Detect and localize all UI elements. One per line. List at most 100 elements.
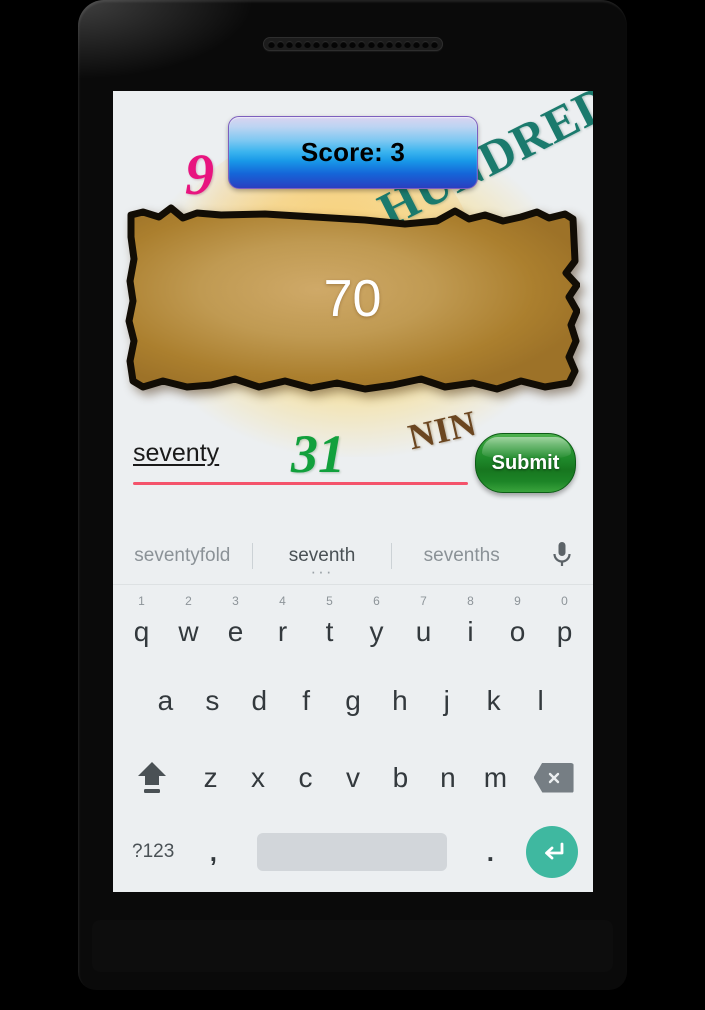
key-e[interactable]: 3 e bbox=[212, 585, 259, 662]
period-key[interactable]: . bbox=[465, 816, 515, 888]
key-h[interactable]: h bbox=[376, 662, 423, 739]
answer-input[interactable]: seventy bbox=[133, 439, 468, 487]
key-i[interactable]: 8 i bbox=[447, 585, 494, 662]
backspace-icon bbox=[533, 762, 574, 793]
key-label: c bbox=[298, 761, 313, 793]
spacebar-surface bbox=[256, 833, 448, 871]
key-digit: 1 bbox=[138, 594, 145, 608]
space-key[interactable] bbox=[238, 816, 465, 888]
key-label: k bbox=[486, 684, 501, 716]
key-label: w bbox=[178, 615, 199, 647]
backspace-key[interactable] bbox=[519, 739, 588, 816]
keyboard-row-1: 1 q 2 w 3 e 4 r 5 t 6 y 7 u 8 i 9 o 0 p bbox=[113, 585, 593, 662]
key-r[interactable]: 4 r bbox=[259, 585, 306, 662]
key-digit: 4 bbox=[279, 594, 286, 608]
key-b[interactable]: b bbox=[377, 739, 424, 816]
grille-hole bbox=[412, 40, 420, 48]
grille-hole bbox=[394, 40, 402, 48]
comma-label: , bbox=[209, 836, 217, 867]
key-u[interactable]: 7 u bbox=[400, 585, 447, 662]
grille-hole bbox=[322, 40, 330, 48]
key-label: v bbox=[345, 761, 360, 793]
frame-highlight bbox=[78, 0, 278, 90]
key-a[interactable]: a bbox=[142, 662, 189, 739]
score-banner: Score: 3 bbox=[228, 116, 478, 189]
key-digit: 5 bbox=[326, 594, 333, 608]
key-m[interactable]: m bbox=[472, 739, 519, 816]
key-label: g bbox=[345, 684, 361, 716]
key-w[interactable]: 2 w bbox=[165, 585, 212, 662]
key-z[interactable]: z bbox=[187, 739, 234, 816]
key-label: r bbox=[277, 615, 288, 647]
key-k[interactable]: k bbox=[470, 662, 517, 739]
shift-arrow-icon bbox=[138, 761, 167, 793]
suggestion-item[interactable]: seventyfold bbox=[113, 545, 252, 567]
key-label: j bbox=[443, 684, 450, 716]
key-t[interactable]: 5 t bbox=[306, 585, 353, 662]
bottom-bezel bbox=[92, 920, 613, 972]
key-digit: 3 bbox=[232, 594, 239, 608]
answer-value: seventy bbox=[133, 439, 220, 467]
key-digit: 0 bbox=[561, 594, 568, 608]
key-l[interactable]: l bbox=[517, 662, 564, 739]
on-screen-keyboard: seventyfold seventh sevenths 1 q bbox=[113, 528, 593, 892]
key-v[interactable]: v bbox=[329, 739, 376, 816]
key-c[interactable]: c bbox=[282, 739, 329, 816]
key-label: l bbox=[537, 684, 544, 716]
phone-frame: 9 HUNDRED NIN 31 Score: 3 70 seventy Sub… bbox=[78, 0, 627, 990]
key-label: q bbox=[133, 615, 150, 647]
key-label: d bbox=[251, 684, 268, 716]
key-label: a bbox=[157, 684, 174, 716]
key-digit: 2 bbox=[185, 594, 192, 608]
grille-hole bbox=[403, 40, 411, 48]
comma-key[interactable]: , bbox=[188, 816, 238, 888]
grille-hole bbox=[295, 40, 303, 48]
microphone-icon[interactable] bbox=[531, 541, 593, 571]
phone-screen: 9 HUNDRED NIN 31 Score: 3 70 seventy Sub… bbox=[113, 91, 593, 892]
numeric-mode-label: ?123 bbox=[132, 841, 175, 862]
numeric-mode-key[interactable]: ?123 bbox=[118, 816, 188, 888]
submit-button[interactable]: Submit bbox=[475, 433, 576, 493]
grille-hole bbox=[331, 40, 339, 48]
grille-hole bbox=[286, 40, 294, 48]
key-label: t bbox=[325, 615, 334, 647]
keyboard-row-3: z x c v b n m bbox=[113, 739, 593, 816]
key-q[interactable]: 1 q bbox=[118, 585, 165, 662]
shift-key[interactable] bbox=[118, 739, 187, 816]
grille-hole bbox=[340, 40, 348, 48]
key-x[interactable]: x bbox=[234, 739, 281, 816]
key-n[interactable]: n bbox=[424, 739, 471, 816]
grille-hole bbox=[349, 40, 357, 48]
suggestion-item-selected[interactable]: seventh bbox=[253, 545, 392, 567]
key-p[interactable]: 0 p bbox=[541, 585, 588, 662]
key-label: e bbox=[227, 615, 244, 647]
keyboard-row-2: a s d f g h j k l bbox=[113, 662, 593, 739]
key-d[interactable]: d bbox=[236, 662, 283, 739]
key-label: f bbox=[302, 684, 310, 716]
suggestion-item[interactable]: sevenths bbox=[392, 545, 531, 567]
key-label: x bbox=[251, 761, 266, 793]
key-g[interactable]: g bbox=[330, 662, 377, 739]
grille-hole bbox=[268, 40, 275, 48]
speaker-grille bbox=[263, 37, 443, 51]
key-j[interactable]: j bbox=[423, 662, 470, 739]
key-label: z bbox=[203, 761, 218, 793]
key-digit: 8 bbox=[467, 594, 474, 608]
key-digit: 7 bbox=[420, 594, 427, 608]
key-label: y bbox=[369, 615, 384, 647]
key-o[interactable]: 9 o bbox=[494, 585, 541, 662]
key-label: m bbox=[483, 761, 508, 793]
key-y[interactable]: 6 y bbox=[353, 585, 400, 662]
grille-hole bbox=[421, 40, 429, 48]
keyboard-row-4: ?123 , . bbox=[113, 816, 593, 888]
grille-hole bbox=[313, 40, 321, 48]
key-label: n bbox=[440, 761, 456, 793]
grille-hole bbox=[367, 40, 375, 48]
grille-hole bbox=[304, 40, 312, 48]
grille-hole bbox=[376, 40, 384, 48]
key-f[interactable]: f bbox=[283, 662, 330, 739]
key-s[interactable]: s bbox=[189, 662, 236, 739]
answer-row: seventy Submit bbox=[113, 431, 593, 506]
enter-key[interactable] bbox=[515, 816, 588, 888]
grille-hole bbox=[358, 40, 366, 48]
